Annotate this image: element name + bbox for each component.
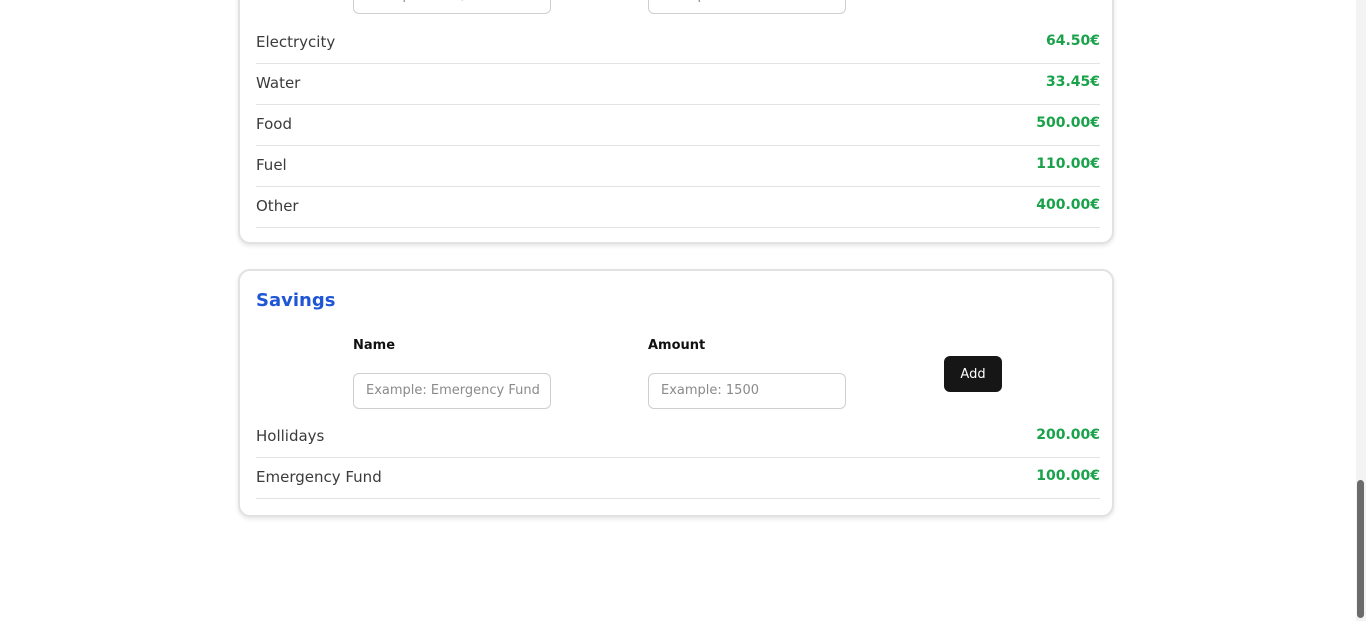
expense-amount: 110.00€: [1036, 156, 1100, 172]
list-item: Electrycity 64.50€: [256, 23, 1100, 64]
list-item: Emergency Fund 100.00€: [256, 458, 1100, 499]
expense-label: Food: [256, 115, 292, 133]
saving-label: Hollidays: [256, 427, 325, 445]
expense-amount: 64.50€: [1045, 33, 1100, 49]
expense-label: Other: [256, 197, 299, 215]
list-item: Water 33.45€: [256, 64, 1100, 105]
list-item: Fuel 110.00€: [256, 146, 1100, 187]
saving-amount: 100.00€: [1036, 468, 1100, 484]
list-item: Hollidays 200.00€: [256, 417, 1100, 458]
expense-amount: 500.00€: [1036, 115, 1100, 131]
expense-amount: 33.45€: [1045, 74, 1100, 90]
list-item: Other 400.00€: [256, 187, 1100, 228]
savings-card: Savings Name Amount Example: Emergency F…: [238, 269, 1114, 517]
expense-amount: 400.00€: [1036, 197, 1100, 213]
name-field-label: Name: [353, 338, 396, 353]
expense-label: Fuel: [256, 156, 287, 174]
saving-label: Emergency Fund: [256, 468, 382, 486]
expense-label: Electrycity: [256, 33, 336, 51]
scrollbar[interactable]: [1356, 0, 1366, 621]
expense-label: Water: [256, 74, 301, 92]
savings-amount-input[interactable]: Example: 1500: [648, 373, 846, 409]
expense-name-input[interactable]: Example: Rent, Bills: [353, 0, 551, 14]
scrollbar-thumb[interactable]: [1357, 480, 1364, 618]
expenses-card: Example: Rent, Bills Example: 1500 Elect…: [238, 0, 1114, 244]
page-viewport: Example: Rent, Bills Example: 1500 Elect…: [0, 0, 1366, 621]
add-saving-button[interactable]: Add: [944, 356, 1002, 392]
expense-amount-input[interactable]: Example: 1500: [648, 0, 846, 14]
savings-title: Savings: [256, 290, 336, 311]
amount-field-label: Amount: [648, 338, 706, 353]
savings-name-input[interactable]: Example: Emergency Fund: [353, 373, 551, 409]
saving-amount: 200.00€: [1036, 427, 1100, 443]
list-item: Food 500.00€: [256, 105, 1100, 146]
